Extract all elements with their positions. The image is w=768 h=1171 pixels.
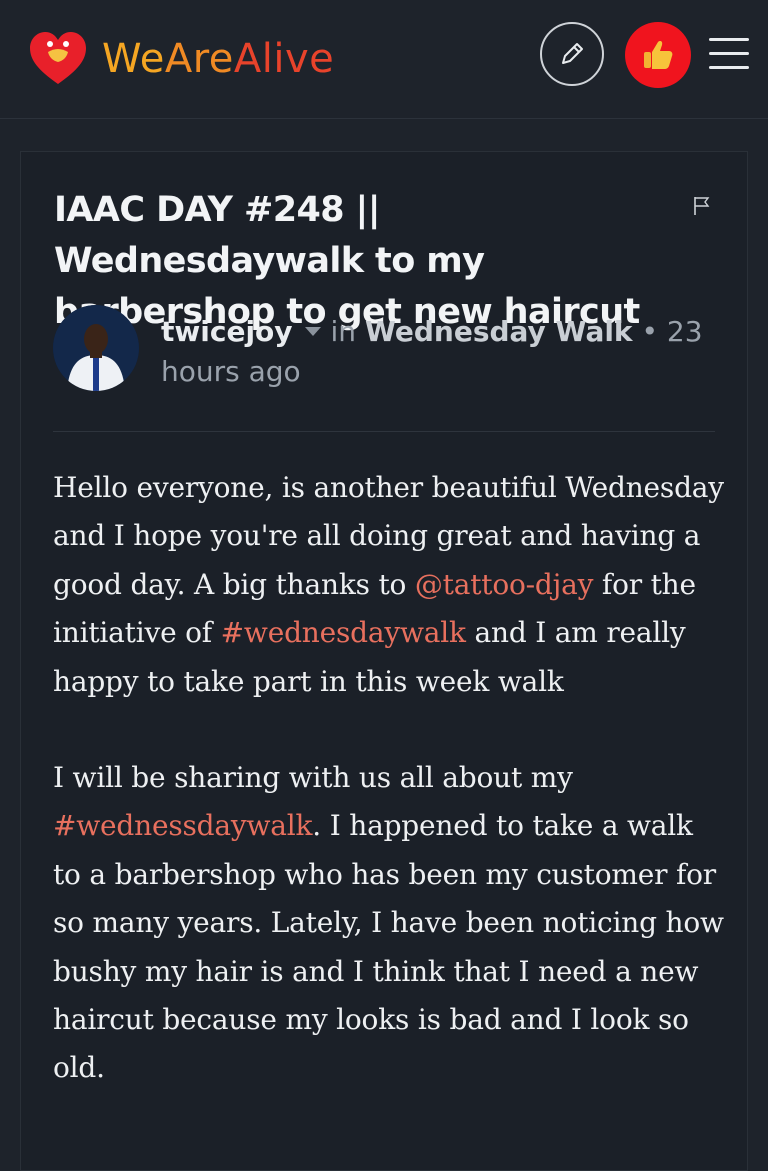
text-segment: I will be sharing with us all about my xyxy=(53,761,573,795)
hashtag-link[interactable]: #wednesdaywalk xyxy=(221,616,466,649)
post-meta: twicejoy in Wednesday Walk • 23 hours ago xyxy=(161,312,721,392)
avatar-image xyxy=(53,305,139,391)
divider xyxy=(53,431,715,432)
site-logo[interactable]: WeAreAlive xyxy=(28,30,334,88)
like-button[interactable] xyxy=(625,22,691,88)
in-label: in xyxy=(330,315,357,348)
pencil-icon xyxy=(562,43,583,64)
menu-line xyxy=(709,38,749,41)
post-body: Hello everyone, is another beautiful Wed… xyxy=(53,464,728,1141)
text-segment: . I happened to take a walk to a barbers… xyxy=(53,809,724,1085)
hashtag-link[interactable]: #wednessdaywalk xyxy=(53,809,312,842)
brand-alive: Alive xyxy=(233,36,335,82)
paragraph-1: Hello everyone, is another beautiful Wed… xyxy=(53,464,728,706)
post-card: IAAC DAY #248 || Wednesdaywalk to my bar… xyxy=(20,151,748,1171)
mention-link[interactable]: @tattoo-djay xyxy=(415,568,594,601)
author-name[interactable]: twicejoy xyxy=(161,315,293,348)
menu-line xyxy=(709,66,749,69)
author-avatar[interactable] xyxy=(53,305,139,391)
thumbs-up-icon xyxy=(644,41,673,69)
flag-icon[interactable] xyxy=(693,196,711,216)
menu-line xyxy=(709,52,749,55)
paragraph-2: I will be sharing with us all about my #… xyxy=(53,754,728,1093)
heart-logo-icon xyxy=(30,32,86,84)
author-dropdown-icon[interactable] xyxy=(304,326,321,336)
brand-are: Are xyxy=(164,36,234,82)
write-post-button[interactable] xyxy=(540,22,604,86)
top-navigation-bar: WeAreAlive xyxy=(0,0,768,119)
brand-name: WeAreAlive xyxy=(102,36,334,82)
brand-we: We xyxy=(102,36,165,82)
community-link[interactable]: Wednesday Walk xyxy=(365,315,633,348)
hamburger-menu-icon[interactable] xyxy=(709,38,749,72)
